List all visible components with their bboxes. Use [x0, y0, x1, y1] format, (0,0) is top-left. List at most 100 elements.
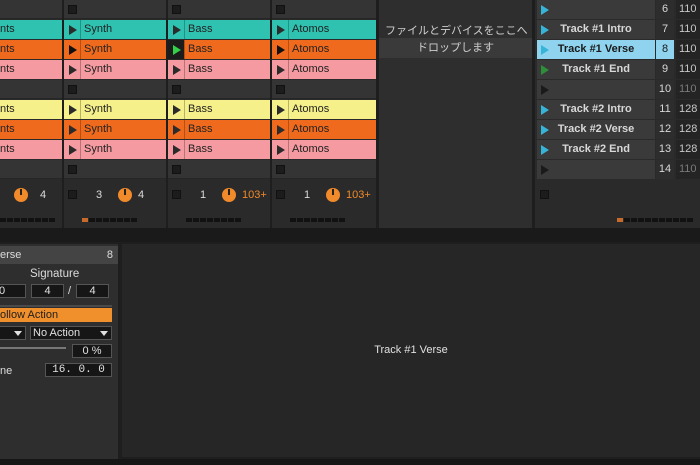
scene-tempo[interactable]: 128 — [676, 120, 700, 139]
scene-launch-button[interactable]: Track #1 Verse — [537, 40, 655, 59]
scene-play-icon[interactable] — [541, 165, 549, 175]
scene-tempo[interactable]: 110 — [676, 60, 700, 79]
scene-tempo[interactable]: 110 — [676, 0, 700, 19]
play-icon[interactable] — [277, 145, 285, 155]
detail-view[interactable]: Track #1 Verse — [122, 244, 700, 457]
clip[interactable]: Bass — [168, 100, 270, 119]
play-icon[interactable] — [173, 105, 181, 115]
play-icon[interactable] — [69, 45, 77, 55]
play-icon[interactable] — [69, 125, 77, 135]
scene-play-icon[interactable] — [541, 125, 549, 135]
clip[interactable]: nts — [0, 120, 62, 139]
clip-slot[interactable] — [272, 80, 376, 99]
clip[interactable]: Atomos — [272, 140, 376, 159]
scene-play-icon[interactable] — [541, 45, 549, 55]
scene-tempo[interactable]: 110 — [676, 80, 700, 99]
clip[interactable]: Atomos — [272, 60, 376, 79]
clip[interactable]: Synth — [64, 120, 166, 139]
stop-clip-button[interactable] — [68, 5, 77, 14]
scene-tempo[interactable]: 110 — [676, 160, 700, 179]
clip[interactable]: Synth — [64, 40, 166, 59]
time-field[interactable]: 16. 0. 0 — [45, 363, 112, 377]
clip-slot[interactable] — [0, 0, 62, 19]
clip-slot[interactable] — [0, 160, 62, 179]
play-icon[interactable] — [173, 125, 181, 135]
clip[interactable]: Atomos — [272, 100, 376, 119]
play-icon[interactable] — [277, 105, 285, 115]
clip-slot[interactable] — [64, 160, 166, 179]
sig-denominator-field[interactable]: 4 — [76, 284, 109, 298]
track-stop-button[interactable] — [172, 190, 181, 199]
drop-area[interactable]: ファイルとデバイスをここへ ドロップします — [379, 0, 532, 228]
clip[interactable]: nts — [0, 40, 62, 59]
stop-clip-button[interactable] — [68, 85, 77, 94]
clip[interactable]: nts — [0, 140, 62, 159]
clip[interactable]: nts — [0, 100, 62, 119]
clip-slot[interactable] — [168, 80, 270, 99]
sig-left-field[interactable]: 0 — [0, 284, 26, 298]
clip[interactable]: Bass — [168, 20, 270, 39]
clip[interactable]: Atomos — [272, 20, 376, 39]
clip[interactable]: Bass — [168, 60, 270, 79]
follow-action-b-select[interactable]: No Action — [30, 326, 112, 340]
quantization-dial-icon[interactable] — [14, 188, 28, 202]
play-icon[interactable] — [173, 25, 181, 35]
chance-field[interactable]: 0 % — [72, 344, 112, 358]
play-icon[interactable] — [277, 65, 285, 75]
play-icon[interactable] — [69, 145, 77, 155]
play-icon[interactable] — [173, 65, 181, 75]
play-icon[interactable] — [173, 145, 181, 155]
bottom-scrollbar[interactable] — [0, 459, 700, 465]
scene-play-icon[interactable] — [541, 85, 549, 95]
scene-play-icon[interactable] — [541, 65, 549, 75]
scene-play-icon[interactable] — [541, 145, 549, 155]
clip[interactable]: nts — [0, 20, 62, 39]
play-icon[interactable] — [173, 45, 181, 55]
quantization-dial-icon[interactable] — [118, 188, 132, 202]
clip[interactable]: Synth — [64, 20, 166, 39]
quantization-dial-icon[interactable] — [326, 188, 340, 202]
play-icon[interactable] — [69, 25, 77, 35]
clip[interactable]: Synth — [64, 60, 166, 79]
stop-clip-button[interactable] — [172, 85, 181, 94]
scene-play-icon[interactable] — [541, 5, 549, 15]
scene-launch-button[interactable]: Track #2 Intro — [537, 100, 655, 119]
clip-slot[interactable] — [168, 160, 270, 179]
scene-launch-button[interactable] — [537, 160, 655, 179]
stop-clip-button[interactable] — [68, 165, 77, 174]
scene-launch-button[interactable]: Track #2 End — [537, 140, 655, 159]
clip[interactable]: nts — [0, 60, 62, 79]
master-stop-button[interactable] — [540, 190, 549, 199]
clip-slot[interactable] — [272, 0, 376, 19]
track-stop-button[interactable] — [276, 190, 285, 199]
stop-clip-button[interactable] — [276, 165, 285, 174]
clip[interactable]: Synth — [64, 140, 166, 159]
clip[interactable]: Atomos — [272, 120, 376, 139]
play-icon[interactable] — [69, 65, 77, 75]
stop-clip-button[interactable] — [172, 5, 181, 14]
clip[interactable]: Atomos — [272, 40, 376, 59]
scene-launch-button[interactable]: Track #1 End — [537, 60, 655, 79]
chance-slider[interactable] — [0, 347, 66, 349]
stop-clip-button[interactable] — [276, 5, 285, 14]
clip[interactable]: Bass — [168, 120, 270, 139]
scene-tempo[interactable]: 110 — [676, 40, 700, 59]
clip-slot[interactable] — [0, 80, 62, 99]
sig-numerator-field[interactable]: 4 — [31, 284, 64, 298]
scene-launch-button[interactable] — [537, 80, 655, 99]
track-stop-button[interactable] — [68, 190, 77, 199]
clip-slot[interactable] — [272, 160, 376, 179]
scene-launch-button[interactable]: Track #2 Verse — [537, 120, 655, 139]
clip[interactable]: Synth — [64, 100, 166, 119]
scene-play-icon[interactable] — [541, 105, 549, 115]
scene-launch-button[interactable]: Track #1 Intro — [537, 20, 655, 39]
clip-slot[interactable] — [168, 0, 270, 19]
follow-action-a-select[interactable] — [0, 326, 26, 340]
clip[interactable]: Bass — [168, 40, 270, 59]
play-icon[interactable] — [277, 25, 285, 35]
clip[interactable]: Bass — [168, 140, 270, 159]
follow-action-button[interactable]: ollow Action — [0, 308, 112, 322]
scene-tempo[interactable]: 128 — [676, 140, 700, 159]
quantization-dial-icon[interactable] — [222, 188, 236, 202]
scene-tempo[interactable]: 110 — [676, 20, 700, 39]
